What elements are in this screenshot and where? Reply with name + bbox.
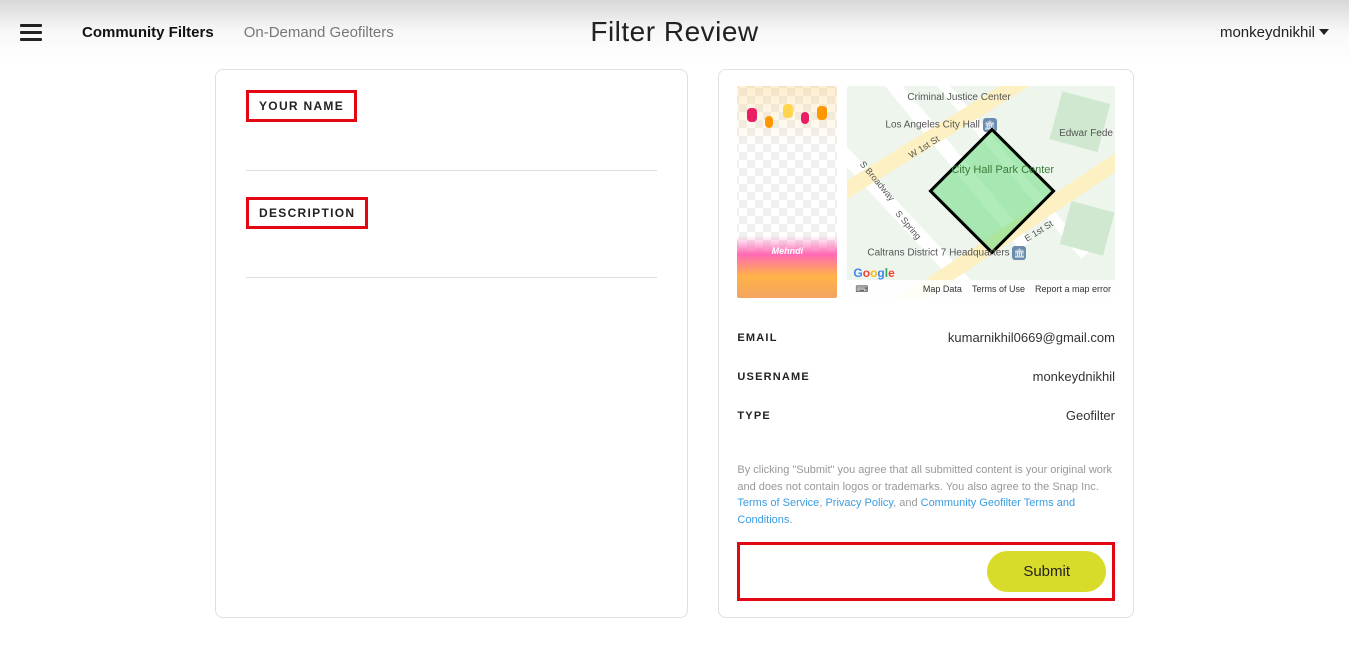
type-label: TYPE	[737, 410, 771, 422]
chevron-down-icon	[1319, 29, 1329, 35]
name-input[interactable]	[246, 142, 657, 171]
email-value: kumarnikhil0669@gmail.com	[948, 330, 1115, 345]
legal-text: By clicking "Submit" you agree that all …	[737, 462, 1115, 528]
map-poi-edwards: Edwar Fede	[1059, 128, 1113, 139]
page-title: Filter Review	[590, 16, 758, 48]
type-value: Geofilter	[1066, 408, 1115, 423]
username-label: USERNAME	[737, 371, 810, 383]
submit-highlight: Submit	[737, 542, 1115, 601]
filter-preview: Mehndi	[737, 86, 837, 298]
info-row-username: USERNAME monkeydnikhil	[737, 357, 1115, 396]
map-data-link[interactable]: Map Data	[923, 284, 962, 294]
info-row-email: EMAIL kumarnikhil0669@gmail.com	[737, 318, 1115, 357]
map-report-link[interactable]: Report a map error	[1035, 284, 1111, 294]
map-footer: ⌨ Map Data Terms of Use Report a map err…	[847, 280, 1115, 298]
user-menu[interactable]: monkeydnikhil	[1220, 24, 1329, 41]
map-preview[interactable]: Criminal Justice Center Los Angeles City…	[847, 86, 1115, 298]
username-value: monkeydnikhil	[1033, 369, 1115, 384]
name-label: YOUR NAME	[246, 90, 357, 122]
filter-overlay-text: Mehndi	[737, 246, 837, 256]
user-name: monkeydnikhil	[1220, 24, 1315, 41]
tab-community-filters[interactable]: Community Filters	[82, 24, 214, 41]
google-logo: Google	[853, 266, 894, 280]
submit-button[interactable]: Submit	[987, 551, 1106, 592]
tab-ondemand-geofilters[interactable]: On-Demand Geofilters	[244, 24, 394, 41]
building-icon: 🏛	[1012, 246, 1026, 260]
geofence-label: City Hall Park Center	[951, 164, 1054, 176]
keyboard-icon[interactable]: ⌨	[855, 284, 868, 295]
map-poi-criminal: Criminal Justice Center	[907, 92, 1010, 103]
menu-icon[interactable]	[20, 24, 42, 41]
map-terms-link[interactable]: Terms of Use	[972, 284, 1025, 294]
privacy-link[interactable]: Privacy Policy	[825, 497, 893, 509]
review-panel: Mehndi Criminal Justice Center Los Angel…	[718, 69, 1134, 618]
map-poi-caltrans: Caltrans District 7 Headquarters 🏛	[867, 246, 1026, 260]
email-label: EMAIL	[737, 332, 777, 344]
tos-link[interactable]: Terms of Service	[737, 497, 819, 509]
description-label: DESCRIPTION	[246, 197, 368, 229]
form-panel: YOUR NAME DESCRIPTION	[215, 69, 688, 618]
header: Community Filters On-Demand Geofilters F…	[0, 0, 1349, 64]
description-input[interactable]	[246, 249, 657, 278]
map-poi-cityhall: Los Angeles City Hall 🏛	[885, 118, 996, 132]
info-row-type: TYPE Geofilter	[737, 396, 1115, 435]
